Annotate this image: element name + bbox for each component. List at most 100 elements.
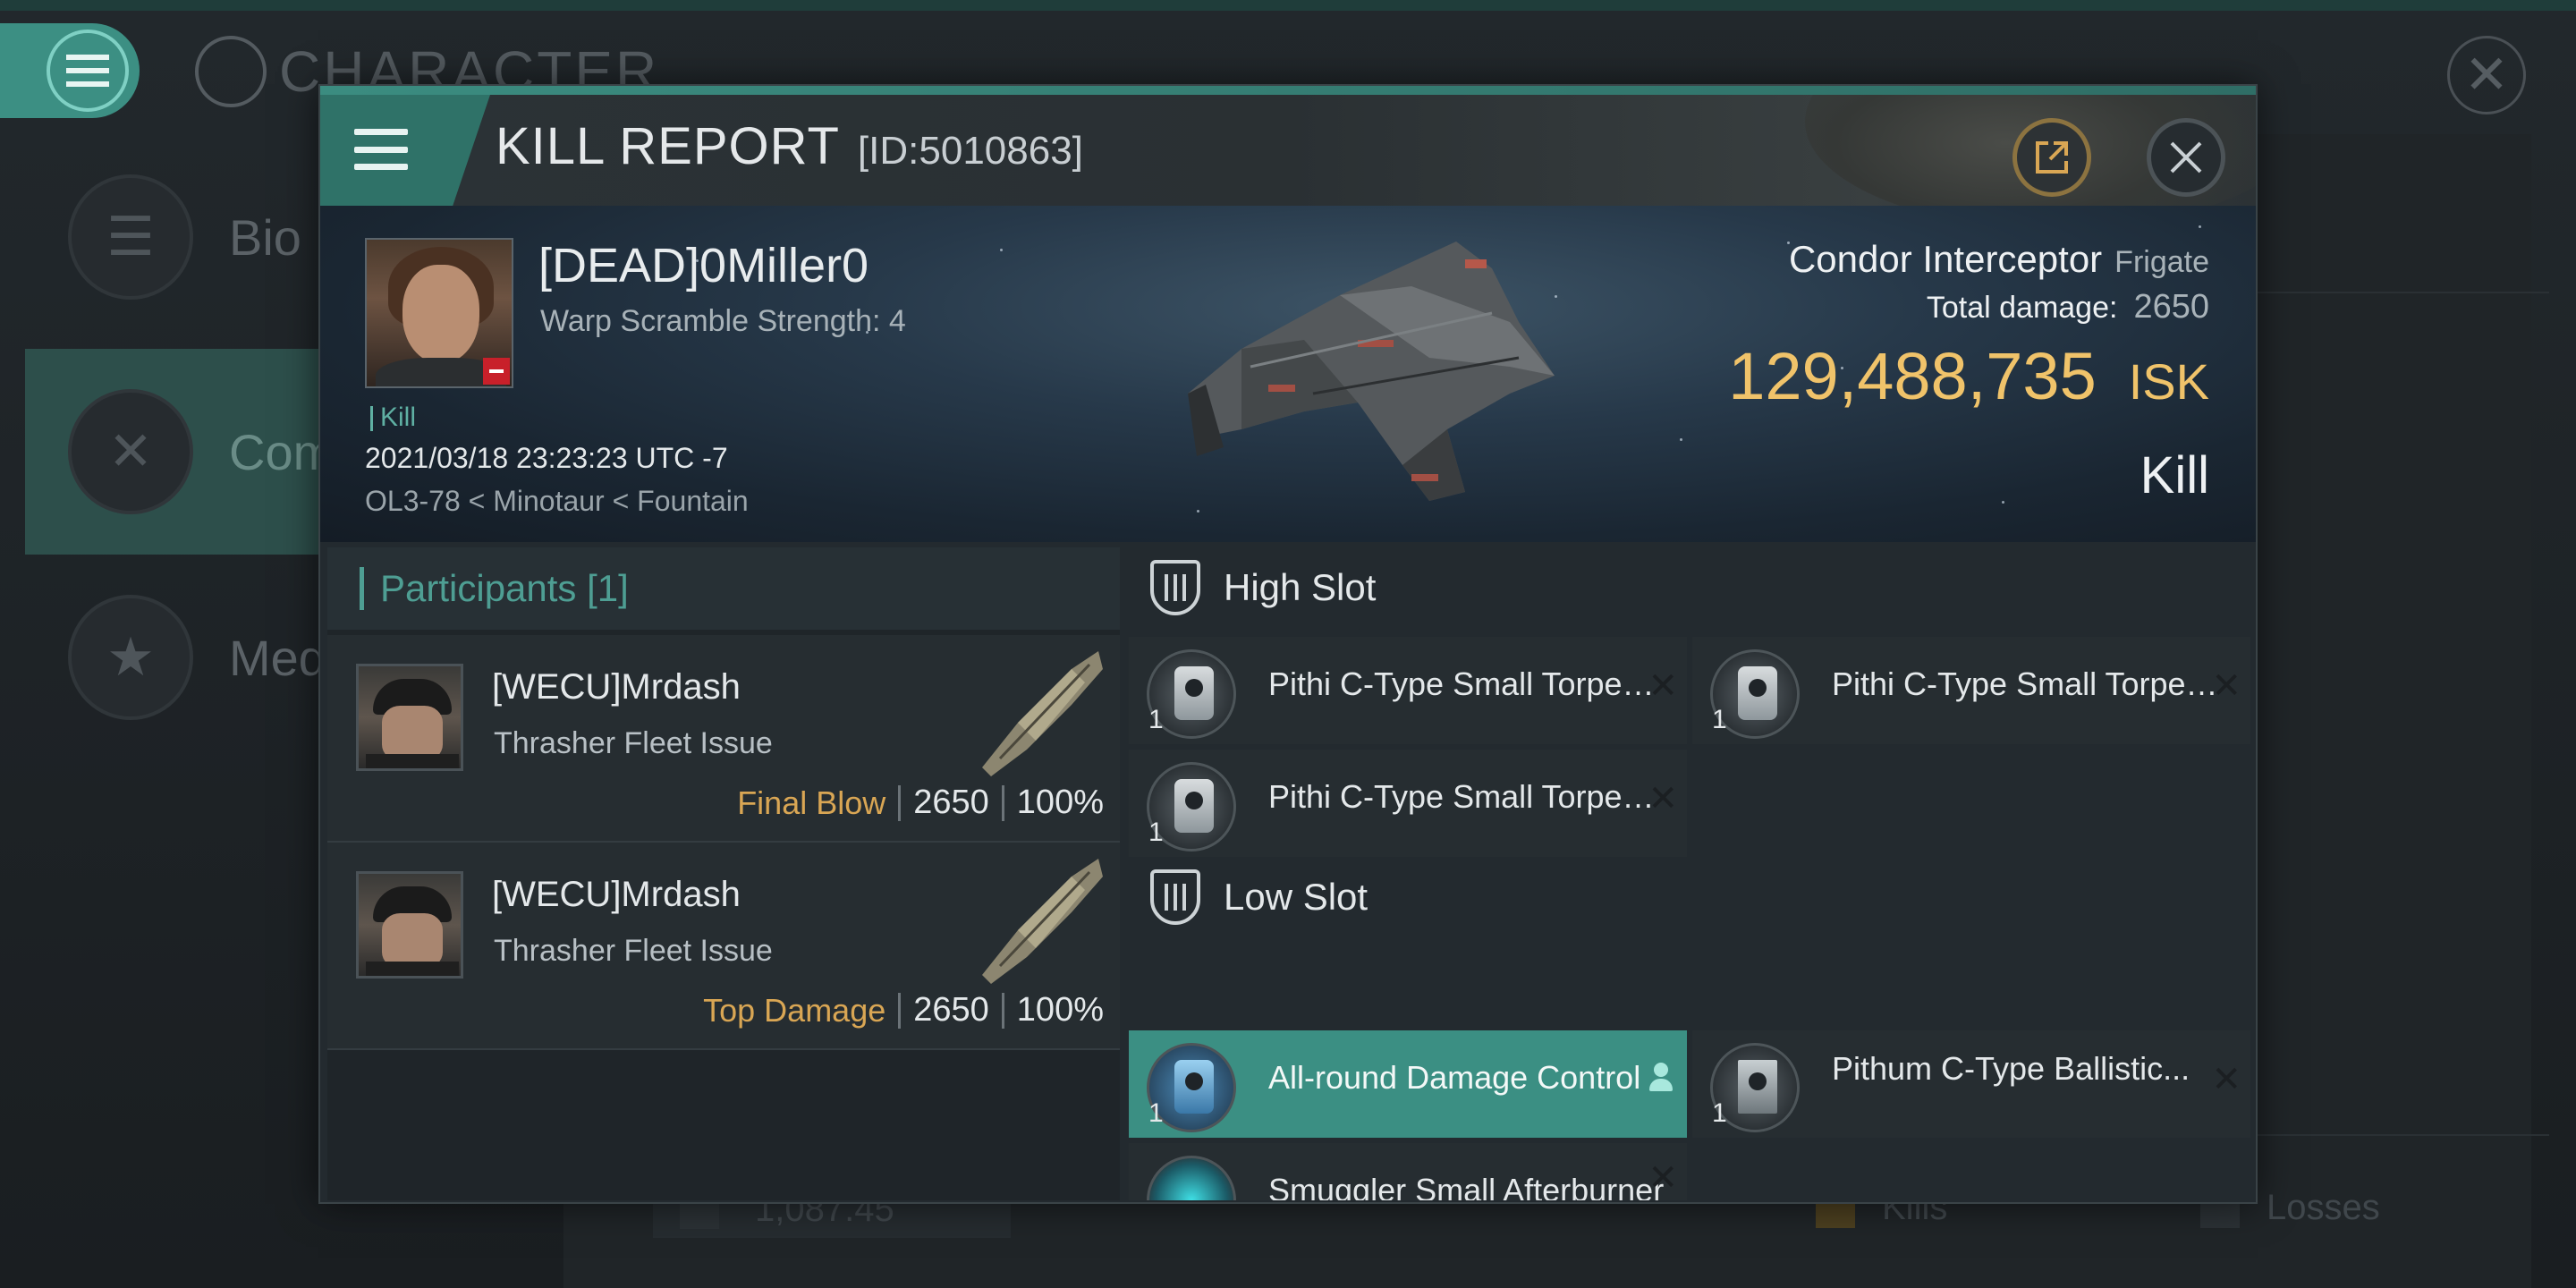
separator (898, 784, 902, 821)
module-name: Pithi C-Type Small Torpedo ... (1268, 778, 1665, 815)
module-name: All-round Damage Control (1268, 1059, 1641, 1096)
destroyed-icon: ✕ (1648, 779, 1678, 818)
main-menu-button[interactable] (0, 23, 140, 118)
victim-ship-image (1188, 242, 1555, 501)
isk-value: 129,488,735 ISK (1728, 338, 2209, 414)
participant-ship-image (982, 651, 1103, 776)
report-id: [ID:5010863] (857, 129, 1083, 173)
module-name: Pithi C-Type Small Torpedo ... (1832, 665, 2229, 702)
module-quantity: 1 (1148, 705, 1164, 734)
module-name: Pithi C-Type Small Torpedo ... (1268, 665, 1665, 702)
divider (2254, 1134, 2549, 1136)
participant-ship: Thrasher Fleet Issue (494, 934, 773, 968)
losses-label: Losses (2267, 1188, 2380, 1227)
sidebar-item-label: Bio (229, 208, 301, 266)
modal-close-button[interactable] (2147, 118, 2225, 197)
module-quantity: 1 (1712, 1098, 1727, 1128)
isk-amount: 129,488,735 (1728, 339, 2097, 413)
character-screen: CHARACTER ✕ ☰ Bio ✕ Com ★ Meda 1,087.45 … (0, 0, 2576, 1288)
kill-datetime: 2021/03/18 23:23:23 UTC -7 (365, 442, 728, 474)
destroyed-icon: ✕ (2211, 666, 2241, 706)
victim-name[interactable]: [DEAD]0Miller0 (538, 238, 869, 293)
bio-icon: ☰ (68, 174, 193, 300)
destroyed-icon: ✕ (2211, 1060, 2241, 1099)
kill-report-modal: KILL REPORT [ID:5010863] [DEAD]0Miller0 … (318, 84, 2258, 1204)
low-slot-label: Low Slot (1224, 876, 1368, 918)
participant-role: Final Blow (737, 784, 886, 821)
destroyed-icon: ✕ (1648, 666, 1678, 706)
victim-banner: [DEAD]0Miller0 Warp Scramble Strength: 4… (320, 206, 2256, 542)
destroyed-icon: ✕ (1648, 1158, 1678, 1198)
ship-class: Frigate (2114, 245, 2209, 279)
high-slot-header: High Slot (1129, 547, 2252, 628)
low-slot-header: Low Slot (1129, 857, 2252, 937)
isk-unit: ISK (2128, 353, 2209, 410)
separator (1001, 992, 1004, 1029)
victim-portrait[interactable] (365, 238, 513, 388)
participant-row[interactable]: [WECU]Mrdash Thrasher Fleet Issue Final … (327, 635, 1120, 843)
fitting-panel: High Slot 1 Pithi C-Type Small Torpedo .… (1129, 547, 2252, 1200)
divider (2254, 292, 2549, 293)
module-name: Smuggler Small Afterburner (1268, 1172, 1665, 1200)
participant-name: [WECU]Mrdash (492, 875, 741, 914)
modal-title-text: KILL REPORT (496, 117, 840, 175)
remove-badge-icon (483, 358, 510, 385)
menu-icon (47, 30, 129, 112)
module-quantity: 1 (1148, 1098, 1164, 1128)
participant-damage: 2650 (913, 784, 989, 821)
participant-ship: Thrasher Fleet Issue (494, 726, 773, 760)
total-damage-label: Total damage: (1926, 291, 2118, 325)
participant-stats: Top Damage 2650 100% (703, 991, 1104, 1030)
ship-name: Condor Interceptor (1788, 238, 2103, 280)
participant-percent: 100% (1016, 784, 1104, 821)
menu-icon (354, 129, 408, 170)
victim-ship[interactable]: Condor Interceptor Frigate (1789, 238, 2209, 281)
kill-location[interactable]: OL3-78 < Minotaur < Fountain (365, 485, 749, 518)
star-icon: ★ (68, 595, 193, 720)
share-button[interactable] (2012, 118, 2091, 197)
high-slot-icon (1150, 560, 1200, 615)
afterburner-icon (1147, 1156, 1236, 1200)
modal-title: KILL REPORT [ID:5010863] (496, 116, 1083, 188)
close-icon (2170, 141, 2202, 174)
separator (1001, 784, 1004, 821)
kill-result: Kill (2140, 446, 2209, 504)
high-slot-label: High Slot (1224, 566, 1377, 608)
module-item[interactable]: 1 Pithi C-Type Small Torpedo ... ✕ (1129, 750, 1687, 857)
modal-header: KILL REPORT [ID:5010863] (320, 95, 2256, 206)
module-quantity: 1 (1712, 705, 1727, 734)
low-slot-icon (1150, 869, 1200, 925)
participant-ship-image (982, 859, 1103, 984)
participant-avatar[interactable] (356, 664, 463, 771)
module-item[interactable]: 1 Pithi C-Type Small Torpedo ... ✕ (1129, 637, 1687, 744)
module-name: Pithum C-Type Ballistic... (1832, 1050, 2190, 1087)
total-damage: Total damage: 2650 (1927, 288, 2209, 326)
module-item[interactable]: 1 Smuggler Small Afterburner ✕ (1129, 1143, 1687, 1200)
participants-header: Participants [1] (327, 547, 1120, 630)
module-quantity: 1 (1148, 818, 1164, 847)
total-damage-value: 2650 (2133, 288, 2209, 326)
screen-close-button[interactable]: ✕ (2447, 36, 2526, 114)
module-item[interactable]: 1 Pithum C-Type Ballistic... ✕ (1692, 1030, 2250, 1138)
participant-row[interactable]: [WECU]Mrdash Thrasher Fleet Issue Top Da… (327, 843, 1120, 1050)
participant-stats: Final Blow 2650 100% (737, 784, 1104, 822)
separator (898, 992, 902, 1029)
modal-accent-bar (320, 86, 2256, 95)
crossed-swords-icon: ✕ (68, 389, 193, 514)
module-item[interactable]: 1 Pithi C-Type Small Torpedo ... ✕ (1692, 637, 2250, 744)
person-icon (1649, 1063, 1673, 1098)
participant-name: [WECU]Mrdash (492, 667, 741, 707)
participant-role: Top Damage (703, 991, 886, 1029)
participant-avatar[interactable] (356, 871, 463, 979)
share-icon (2036, 141, 2068, 174)
participants-panel: Participants [1] [WECU]Mrdash Thrasher F… (327, 547, 1120, 1200)
participant-percent: 100% (1016, 991, 1104, 1029)
kill-tag: Kill (370, 402, 416, 433)
character-icon (195, 36, 267, 107)
close-icon: ✕ (2463, 45, 2510, 105)
module-item-selected[interactable]: 1 All-round Damage Control (1129, 1030, 1687, 1138)
top-accent-bar (0, 0, 2576, 11)
participant-damage: 2650 (913, 991, 989, 1029)
victim-subtitle: Warp Scramble Strength: 4 (540, 304, 906, 338)
modal-menu-button[interactable] (320, 95, 490, 206)
